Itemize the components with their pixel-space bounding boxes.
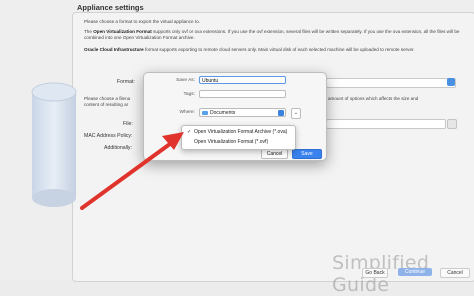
wizard-cancel-button[interactable]: Cancel	[440, 268, 470, 278]
go-back-button[interactable]: Go Back	[362, 268, 388, 278]
continue-button[interactable]: Continue	[398, 268, 432, 276]
annotation-arrow	[80, 132, 184, 210]
